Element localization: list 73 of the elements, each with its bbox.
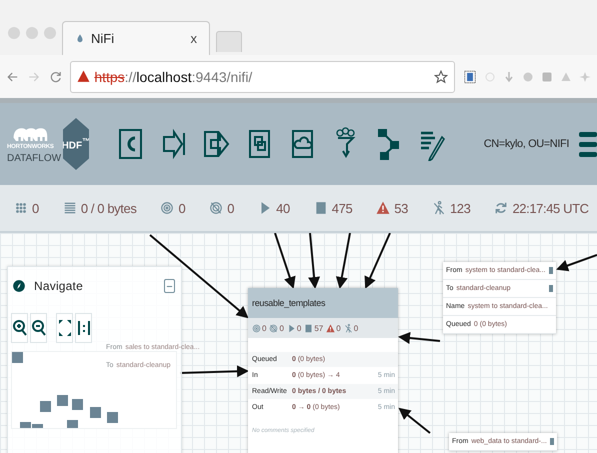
- zoom-in-icon: [12, 319, 26, 337]
- processor-icon[interactable]: [117, 127, 144, 161]
- count-value: 0: [262, 324, 266, 332]
- stopped-icon: [304, 324, 314, 332]
- star-icon: [434, 70, 448, 84]
- template-icon[interactable]: [375, 127, 402, 161]
- count-value: 0: [296, 324, 302, 332]
- zoom-out-button[interactable]: [30, 313, 47, 343]
- zoom-in-button[interactable]: [11, 313, 28, 343]
- status-value: 475: [332, 200, 352, 216]
- count-value: 0: [279, 324, 284, 332]
- count-value: 0: [336, 324, 341, 332]
- remote-on-icon: [160, 201, 174, 215]
- remote-on-icon: [252, 324, 261, 332]
- connection-arrow[interactable]: [336, 233, 351, 289]
- count-value: 0: [354, 324, 358, 332]
- expand-corners-icon: [58, 319, 72, 337]
- connection-arrow[interactable]: [149, 234, 249, 318]
- disabled-icon: [344, 324, 353, 332]
- reload-icon[interactable]: [48, 70, 62, 84]
- process-group-name: reusable_templates: [252, 298, 326, 308]
- connection-arrow[interactable]: [556, 254, 597, 272]
- connection-arrow[interactable]: [364, 233, 391, 289]
- refresh-icon: [494, 201, 508, 215]
- status-value: 53: [394, 200, 408, 216]
- status-value: 0: [32, 200, 39, 216]
- extension-icon: [540, 70, 553, 84]
- tab-title: NiFi: [91, 31, 116, 46]
- remote-off-icon: [269, 324, 278, 332]
- logo-product: DATAFLOW: [7, 152, 61, 164]
- status-value: 0: [178, 200, 186, 216]
- fit-button[interactable]: [56, 313, 73, 343]
- connection-arrow[interactable]: [308, 233, 320, 289]
- process-group-icon[interactable]: [246, 127, 273, 161]
- queued-icon: [62, 201, 77, 215]
- extension-icon: [578, 70, 591, 84]
- connection-arrow[interactable]: [398, 332, 440, 344]
- connection-arrow[interactable]: [274, 233, 296, 289]
- back-icon[interactable]: [6, 70, 20, 84]
- status-value: 22:17:45 UTC: [512, 200, 589, 216]
- connection-arrow[interactable]: [398, 408, 431, 434]
- compass-icon: [12, 279, 26, 293]
- status-value: 0: [227, 200, 234, 216]
- invalid-icon: [376, 201, 390, 215]
- warning-icon: [77, 70, 90, 83]
- extension-icon: [462, 68, 477, 84]
- actual-size-button[interactable]: [75, 313, 92, 343]
- extension-icon: [522, 70, 534, 84]
- flow-canvas[interactable]: [0, 233, 597, 453]
- remote-group-icon[interactable]: [289, 127, 316, 161]
- status-value: 0 / 0 bytes: [80, 200, 136, 216]
- drop-icon: [75, 32, 85, 45]
- invalid-icon: [326, 324, 336, 332]
- panel-title: Navigate: [34, 279, 84, 293]
- browser-tab[interactable]: NiFi x: [62, 21, 210, 55]
- status-value: 123: [450, 200, 470, 216]
- extension-icon: [484, 70, 496, 84]
- transmitting-icon: [14, 201, 28, 215]
- disabled-icon: [432, 201, 446, 215]
- minimap-drawing[interactable]: [11, 351, 177, 429]
- connection-arrow[interactable]: [180, 365, 249, 378]
- count-value: 57: [314, 324, 324, 332]
- user-identity: CN=kylo, OU=NIFI: [484, 138, 569, 150]
- address-field[interactable]: https://localhost:9443/nifi/: [70, 60, 455, 92]
- stopped-icon: [314, 201, 328, 215]
- collapse-button[interactable]: [164, 279, 175, 293]
- status-value: 40: [276, 200, 290, 216]
- tab-close-button[interactable]: x: [190, 31, 197, 46]
- input-port-icon[interactable]: [160, 127, 187, 161]
- bars-icon: [76, 319, 90, 337]
- remote-off-icon: [209, 201, 224, 215]
- running-icon: [286, 324, 296, 332]
- zoom-out-icon: [32, 319, 46, 337]
